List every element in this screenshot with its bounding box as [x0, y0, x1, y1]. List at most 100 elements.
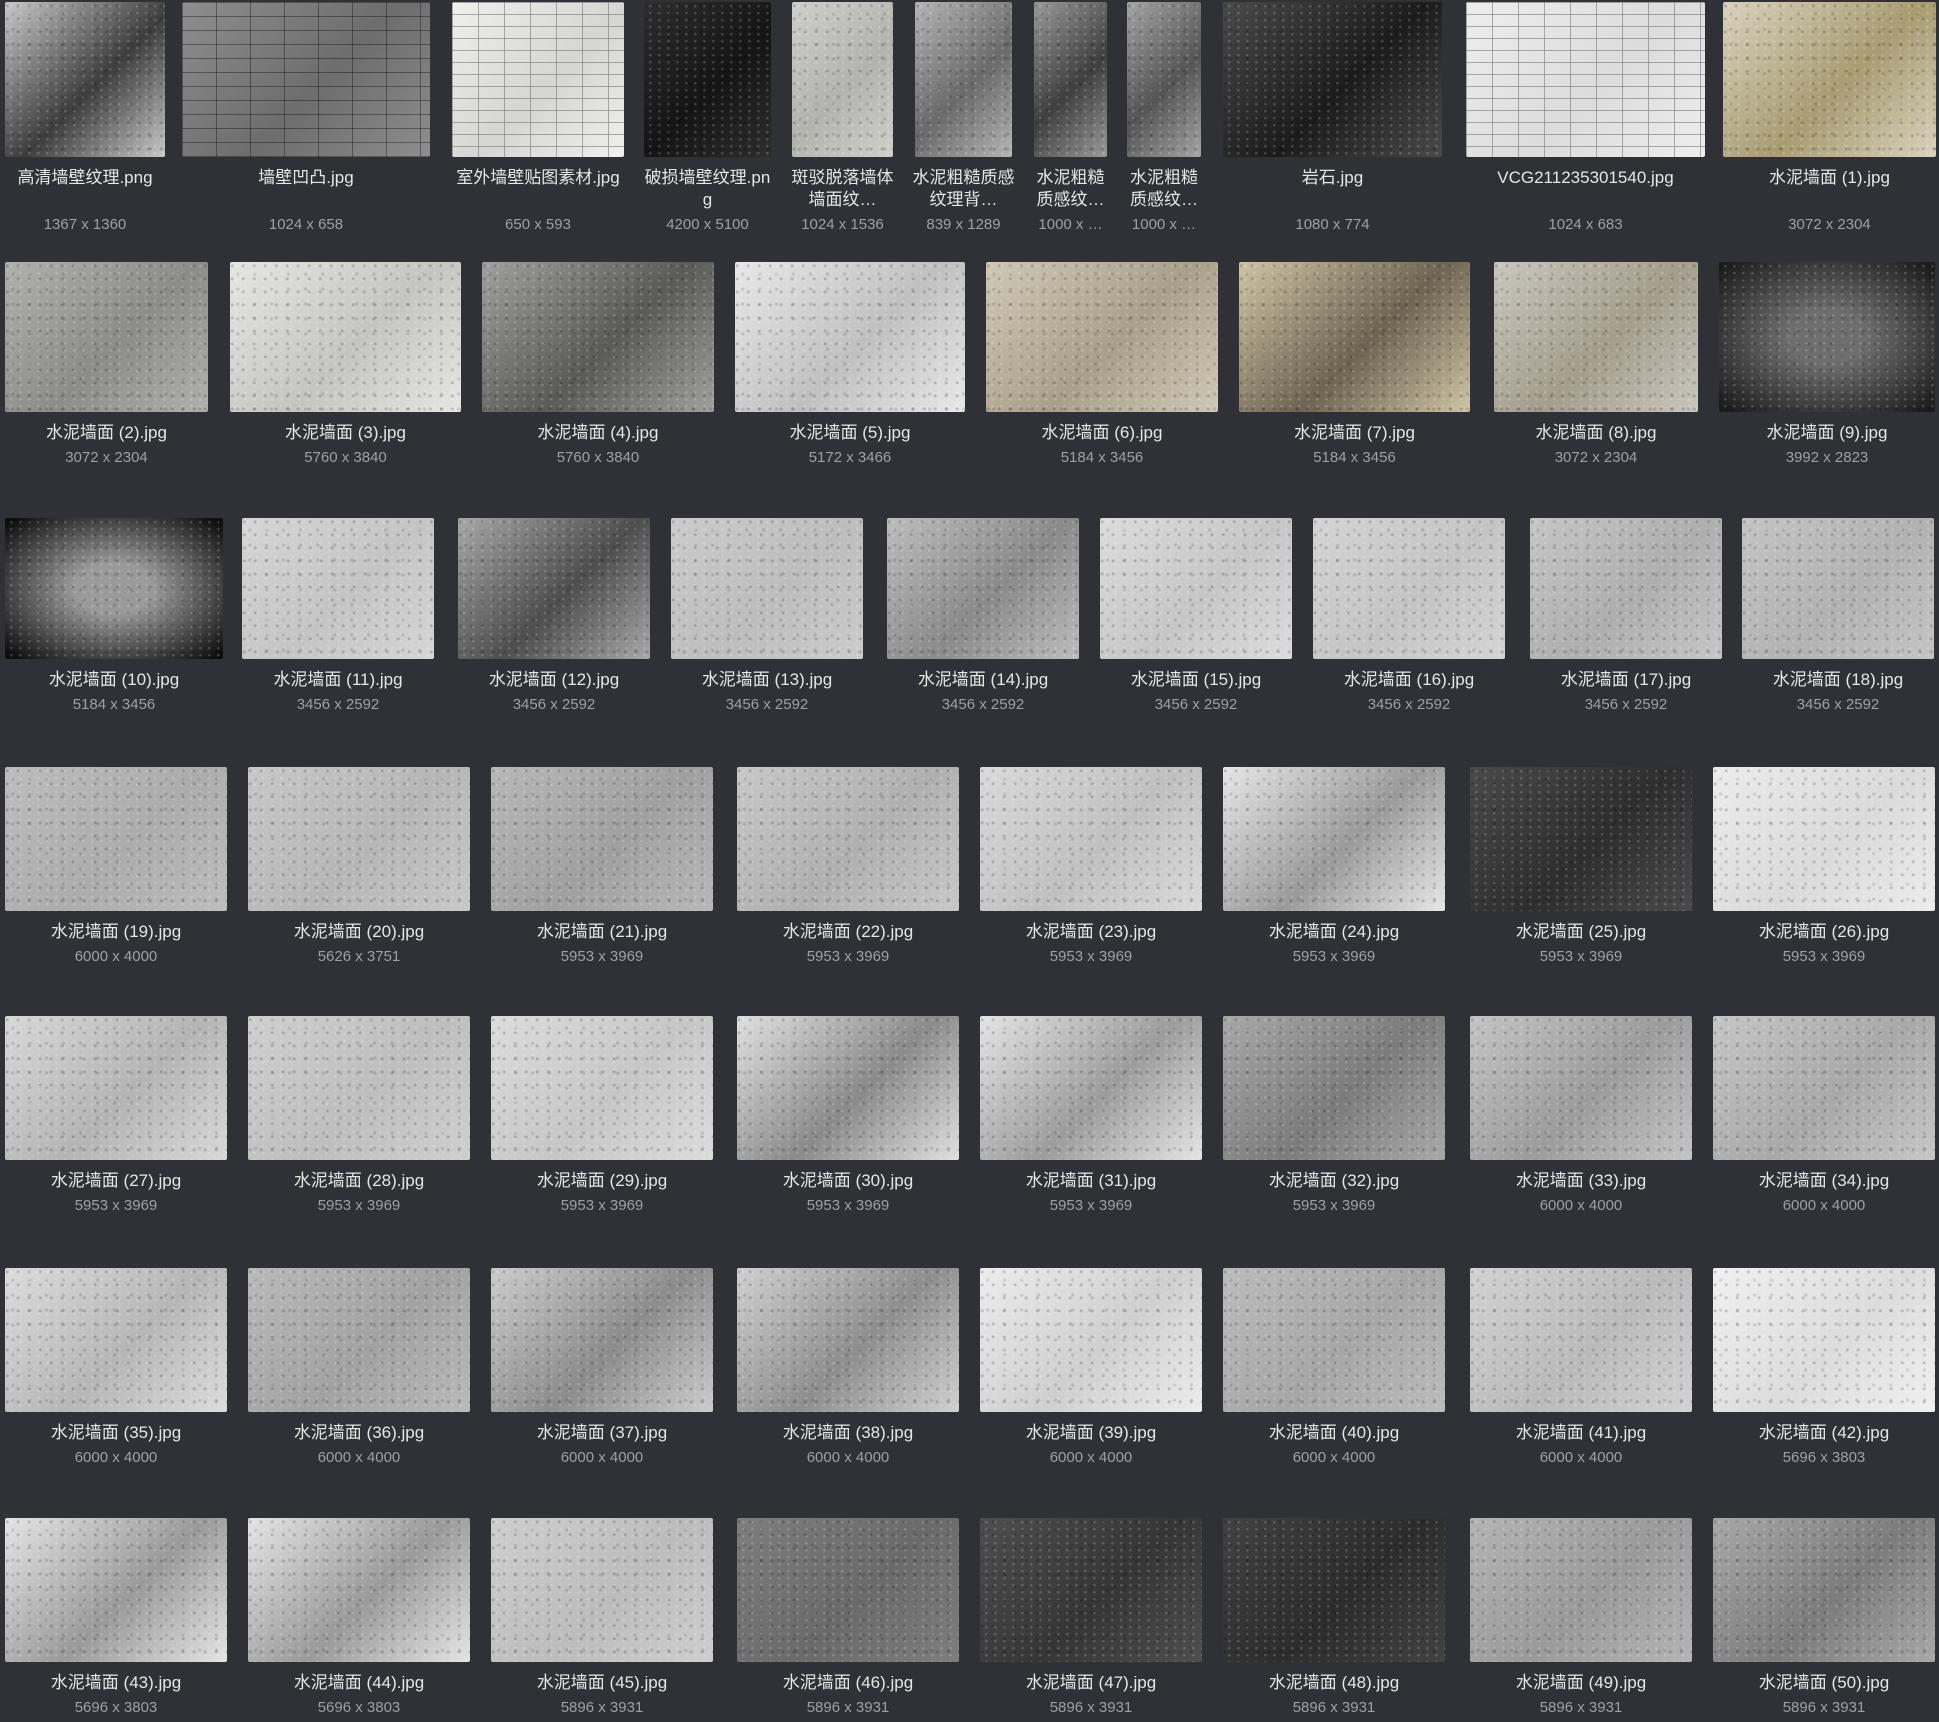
file-tile[interactable]: 水泥墙面 (14).jpg 3456 x 2592	[887, 518, 1079, 713]
file-thumbnail[interactable]	[737, 1268, 959, 1412]
file-tile[interactable]: 水泥墙面 (40).jpg 6000 x 4000	[1223, 1268, 1445, 1466]
file-thumbnail[interactable]	[980, 1268, 1202, 1412]
file-thumbnail[interactable]	[5, 1518, 227, 1662]
file-thumbnail[interactable]	[1713, 1268, 1935, 1412]
file-thumbnail[interactable]	[915, 2, 1012, 157]
file-thumbnail[interactable]	[1470, 1518, 1692, 1662]
file-tile[interactable]: 水泥墙面 (9).jpg 3992 x 2823	[1719, 262, 1935, 466]
file-thumbnail[interactable]	[491, 1518, 713, 1662]
file-tile[interactable]: 水泥墙面 (30).jpg 5953 x 3969	[737, 1016, 959, 1214]
file-tile[interactable]: 墙壁凹凸.jpg 1024 x 658	[182, 2, 430, 233]
file-tile[interactable]: 水泥墙面 (32).jpg 5953 x 3969	[1223, 1016, 1445, 1214]
file-tile[interactable]: 水泥墙面 (24).jpg 5953 x 3969	[1223, 767, 1445, 965]
file-thumbnail[interactable]	[1494, 262, 1698, 412]
file-tile[interactable]: 水泥粗糙质感纹理背… 839 x 1289	[913, 2, 1015, 233]
file-tile[interactable]: 水泥墙面 (1).jpg 3072 x 2304	[1723, 2, 1936, 233]
file-thumbnail[interactable]	[1713, 767, 1935, 911]
file-tile[interactable]: 水泥墙面 (6).jpg 5184 x 3456	[986, 262, 1218, 466]
file-thumbnail[interactable]	[1223, 767, 1445, 911]
file-tile[interactable]: 水泥墙面 (20).jpg 5626 x 3751	[248, 767, 470, 965]
file-tile[interactable]: 水泥墙面 (12).jpg 3456 x 2592	[458, 518, 650, 713]
file-thumbnail[interactable]	[458, 518, 650, 659]
file-thumbnail[interactable]	[5, 1268, 227, 1412]
file-thumbnail[interactable]	[1742, 518, 1934, 659]
file-thumbnail[interactable]	[5, 518, 223, 659]
file-tile[interactable]: 水泥墙面 (28).jpg 5953 x 3969	[248, 1016, 470, 1214]
file-tile[interactable]: 水泥墙面 (3).jpg 5760 x 3840	[230, 262, 461, 466]
file-tile[interactable]: 水泥墙面 (25).jpg 5953 x 3969	[1470, 767, 1692, 965]
file-thumbnail[interactable]	[671, 518, 863, 659]
file-thumbnail[interactable]	[980, 1518, 1202, 1662]
file-thumbnail[interactable]	[182, 2, 430, 157]
file-tile[interactable]: 水泥墙面 (23).jpg 5953 x 3969	[980, 767, 1202, 965]
file-thumbnail[interactable]	[5, 2, 165, 157]
file-thumbnail[interactable]	[248, 1016, 470, 1160]
file-thumbnail[interactable]	[1223, 1268, 1445, 1412]
file-tile[interactable]: 水泥墙面 (7).jpg 5184 x 3456	[1239, 262, 1470, 466]
file-tile[interactable]: 破损墙壁纹理.png 4200 x 5100	[644, 2, 771, 233]
file-tile[interactable]: 水泥墙面 (17).jpg 3456 x 2592	[1530, 518, 1722, 713]
file-tile[interactable]: 水泥墙面 (2).jpg 3072 x 2304	[5, 262, 208, 466]
file-tile[interactable]: VCG211235301540.jpg 1024 x 683	[1466, 2, 1705, 233]
file-tile[interactable]: 水泥墙面 (42).jpg 5696 x 3803	[1713, 1268, 1935, 1466]
file-tile[interactable]: 水泥墙面 (11).jpg 3456 x 2592	[242, 518, 434, 713]
file-thumbnail[interactable]	[737, 1016, 959, 1160]
file-thumbnail[interactable]	[1713, 1016, 1935, 1160]
file-thumbnail[interactable]	[986, 262, 1218, 412]
file-thumbnail[interactable]	[5, 767, 227, 911]
file-tile[interactable]: 水泥粗糙质感纹… 1000 x …	[1127, 2, 1201, 233]
file-thumbnail[interactable]	[1713, 1518, 1935, 1662]
file-thumbnail[interactable]	[1470, 1016, 1692, 1160]
file-tile[interactable]: 水泥墙面 (27).jpg 5953 x 3969	[5, 1016, 227, 1214]
file-thumbnail[interactable]	[491, 767, 713, 911]
file-thumbnail[interactable]	[1466, 2, 1705, 157]
file-thumbnail[interactable]	[1239, 262, 1470, 412]
file-thumbnail[interactable]	[980, 767, 1202, 911]
file-thumbnail[interactable]	[248, 1518, 470, 1662]
file-tile[interactable]: 水泥墙面 (34).jpg 6000 x 4000	[1713, 1016, 1935, 1214]
file-tile[interactable]: 水泥墙面 (48).jpg 5896 x 3931	[1223, 1518, 1445, 1716]
file-thumbnail[interactable]	[1313, 518, 1505, 659]
file-thumbnail[interactable]	[1034, 2, 1107, 157]
file-thumbnail[interactable]	[482, 262, 714, 412]
file-tile[interactable]: 水泥墙面 (38).jpg 6000 x 4000	[737, 1268, 959, 1466]
file-thumbnail[interactable]	[1470, 767, 1692, 911]
file-thumbnail[interactable]	[1719, 262, 1935, 412]
file-tile[interactable]: 水泥墙面 (44).jpg 5696 x 3803	[248, 1518, 470, 1716]
file-thumbnail[interactable]	[1223, 2, 1442, 157]
file-thumbnail[interactable]	[248, 1268, 470, 1412]
file-tile[interactable]: 水泥墙面 (50).jpg 5896 x 3931	[1713, 1518, 1935, 1716]
file-tile[interactable]: 水泥墙面 (49).jpg 5896 x 3931	[1470, 1518, 1692, 1716]
file-tile[interactable]: 水泥墙面 (35).jpg 6000 x 4000	[5, 1268, 227, 1466]
file-tile[interactable]: 水泥墙面 (21).jpg 5953 x 3969	[491, 767, 713, 965]
file-thumbnail[interactable]	[452, 2, 624, 157]
file-thumbnail[interactable]	[1127, 2, 1201, 157]
file-thumbnail[interactable]	[980, 1016, 1202, 1160]
file-thumbnail[interactable]	[887, 518, 1079, 659]
file-tile[interactable]: 斑驳脱落墙体墙面纹… 1024 x 1536	[792, 2, 894, 233]
file-tile[interactable]: 水泥墙面 (33).jpg 6000 x 4000	[1470, 1016, 1692, 1214]
file-thumbnail[interactable]	[248, 767, 470, 911]
file-tile[interactable]: 水泥墙面 (10).jpg 5184 x 3456	[5, 518, 223, 713]
file-tile[interactable]: 水泥墙面 (13).jpg 3456 x 2592	[671, 518, 863, 713]
file-tile[interactable]: 水泥墙面 (22).jpg 5953 x 3969	[737, 767, 959, 965]
file-tile[interactable]: 水泥墙面 (41).jpg 6000 x 4000	[1470, 1268, 1692, 1466]
file-tile[interactable]: 水泥墙面 (29).jpg 5953 x 3969	[491, 1016, 713, 1214]
file-thumbnail[interactable]	[1470, 1268, 1692, 1412]
file-thumbnail[interactable]	[1223, 1518, 1445, 1662]
file-thumbnail[interactable]	[5, 1016, 227, 1160]
file-tile[interactable]: 水泥墙面 (5).jpg 5172 x 3466	[735, 262, 965, 466]
file-tile[interactable]: 水泥墙面 (47).jpg 5896 x 3931	[980, 1518, 1202, 1716]
file-tile[interactable]: 水泥墙面 (39).jpg 6000 x 4000	[980, 1268, 1202, 1466]
file-tile[interactable]: 水泥墙面 (45).jpg 5896 x 3931	[491, 1518, 713, 1716]
file-tile[interactable]: 水泥粗糙质感纹… 1000 x …	[1034, 2, 1107, 233]
file-thumbnail[interactable]	[737, 1518, 959, 1662]
file-tile[interactable]: 水泥墙面 (46).jpg 5896 x 3931	[737, 1518, 959, 1716]
file-thumbnail[interactable]	[242, 518, 434, 659]
file-thumbnail[interactable]	[737, 767, 959, 911]
file-tile[interactable]: 水泥墙面 (36).jpg 6000 x 4000	[248, 1268, 470, 1466]
file-thumbnail[interactable]	[1723, 2, 1936, 157]
file-tile[interactable]: 水泥墙面 (18).jpg 3456 x 2592	[1742, 518, 1934, 713]
file-thumbnail[interactable]	[1530, 518, 1722, 659]
file-tile[interactable]: 水泥墙面 (43).jpg 5696 x 3803	[5, 1518, 227, 1716]
